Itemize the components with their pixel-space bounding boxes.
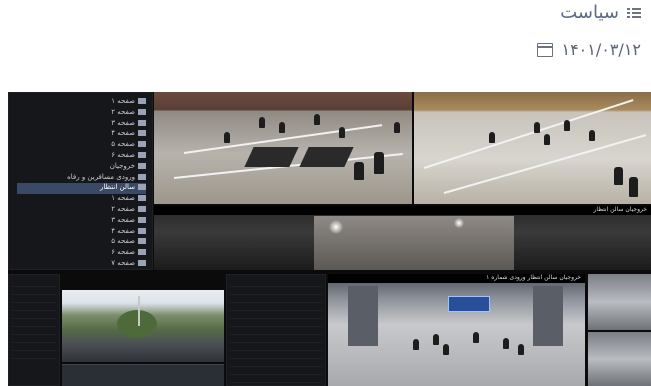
tree-item-label: صفحه ۴ <box>111 129 135 138</box>
camera-side-view-2[interactable] <box>588 332 651 386</box>
camera-side-view-1[interactable] <box>588 274 651 330</box>
folder-icon <box>138 260 146 266</box>
tree-item-label: صفحه ۶ <box>111 248 135 257</box>
date-row: ۱۴۰۱/۰۳/۱۲ <box>537 40 641 59</box>
tree-item[interactable]: صفحه ۴ <box>17 129 146 140</box>
category-list-icon <box>627 7 641 19</box>
folder-icon <box>138 249 146 256</box>
folder-icon <box>138 195 146 202</box>
category-row[interactable]: سیاست <box>560 2 641 23</box>
tree-item[interactable]: صفحه ۷ <box>17 259 146 270</box>
tree-item[interactable]: صفحه ۱ <box>17 97 146 108</box>
folder-icon <box>138 238 146 245</box>
bottom-list-panel <box>8 274 60 386</box>
publish-date: ۱۴۰۱/۰۳/۱۲ <box>561 40 641 59</box>
folder-icon <box>138 130 146 137</box>
camera-concourse-label: خروجیان سالن انتظار ورودی شماره ۱ <box>328 274 585 283</box>
tree-item[interactable]: صفحه ۵ <box>17 237 146 248</box>
camera-tree-panel: صفحه ۱ صفحه ۲ صفحه ۳ صفحه ۴ صفحه ۵ صفحه ۶ خروج… <box>8 92 153 270</box>
tree-item[interactable]: صفحه ۳ <box>17 216 146 227</box>
folder-icon <box>138 162 146 169</box>
camera-mini-view[interactable] <box>62 364 224 386</box>
tree-item-label: صفحه ۳ <box>111 215 135 224</box>
article-image: صفحه ۱ صفحه ۲ صفحه ۳ صفحه ۴ صفحه ۵ صفحه ۶ خروج… <box>8 92 651 386</box>
folder-icon <box>138 141 146 148</box>
folder-icon <box>138 108 146 115</box>
folder-icon <box>138 216 146 223</box>
tree-item-label: صفحه ۷ <box>111 259 135 267</box>
folder-icon <box>138 173 146 180</box>
folder-icon <box>138 152 146 158</box>
tree-item[interactable]: صفحه ۴ <box>17 227 146 238</box>
tree-item[interactable]: صفحه ۳ <box>17 119 146 130</box>
camera-dark-label: خروجیان سالن انتظار <box>154 206 651 215</box>
tree-item[interactable]: سالن انتظار <box>17 183 146 195</box>
folder-icon <box>138 119 146 126</box>
tree-item-label: خروجیان <box>109 161 135 170</box>
folder-icon <box>138 227 146 234</box>
folder-icon <box>138 98 146 104</box>
tree-item-label: صفحه ۱ <box>111 97 135 105</box>
tree-item[interactable]: صفحه ۲ <box>17 108 146 119</box>
calendar-icon <box>537 42 554 57</box>
camera-outdoor-view[interactable] <box>62 290 224 362</box>
tree-item[interactable]: صفحه ۶ <box>17 151 146 162</box>
tree-item[interactable]: خروجیان <box>17 162 146 173</box>
folder-icon <box>138 184 146 191</box>
tree-item[interactable]: صفحه ۲ <box>17 205 146 216</box>
tree-item[interactable]: صفحه ۱ <box>17 194 146 205</box>
tree-item-label: صفحه ۲ <box>111 205 135 213</box>
folder-icon <box>138 206 146 212</box>
bottom-tree-panel <box>226 274 326 386</box>
tree-item[interactable]: صفحه ۶ <box>17 248 146 259</box>
tree-item[interactable]: صفحه ۵ <box>17 140 146 151</box>
tree-item-label: صفحه ۲ <box>111 107 135 116</box>
camera-station-view[interactable] <box>414 92 651 204</box>
tree-item[interactable]: ورودی مسافرین و رفاه <box>17 173 146 184</box>
tree-item-label: صفحه ۵ <box>111 237 135 246</box>
tree-item-label: صفحه ۵ <box>111 140 135 149</box>
camera-concourse-view[interactable]: خروجیان سالن انتظار ورودی شماره ۱ <box>328 274 585 386</box>
tree-item-label: صفحه ۱ <box>111 194 135 203</box>
tree-item-label: سالن انتظار <box>100 183 135 192</box>
tree-item-label: صفحه ۴ <box>111 226 135 235</box>
tree-item-label: ورودی مسافرین و رفاه <box>67 172 135 181</box>
tree-item-label: صفحه ۳ <box>111 118 135 127</box>
category-label[interactable]: سیاست <box>560 2 619 23</box>
camera-dark-view[interactable]: خروجیان سالن انتظار <box>154 206 651 270</box>
tree-item-label: صفحه ۶ <box>111 151 135 159</box>
camera-hall-view[interactable] <box>154 92 412 204</box>
